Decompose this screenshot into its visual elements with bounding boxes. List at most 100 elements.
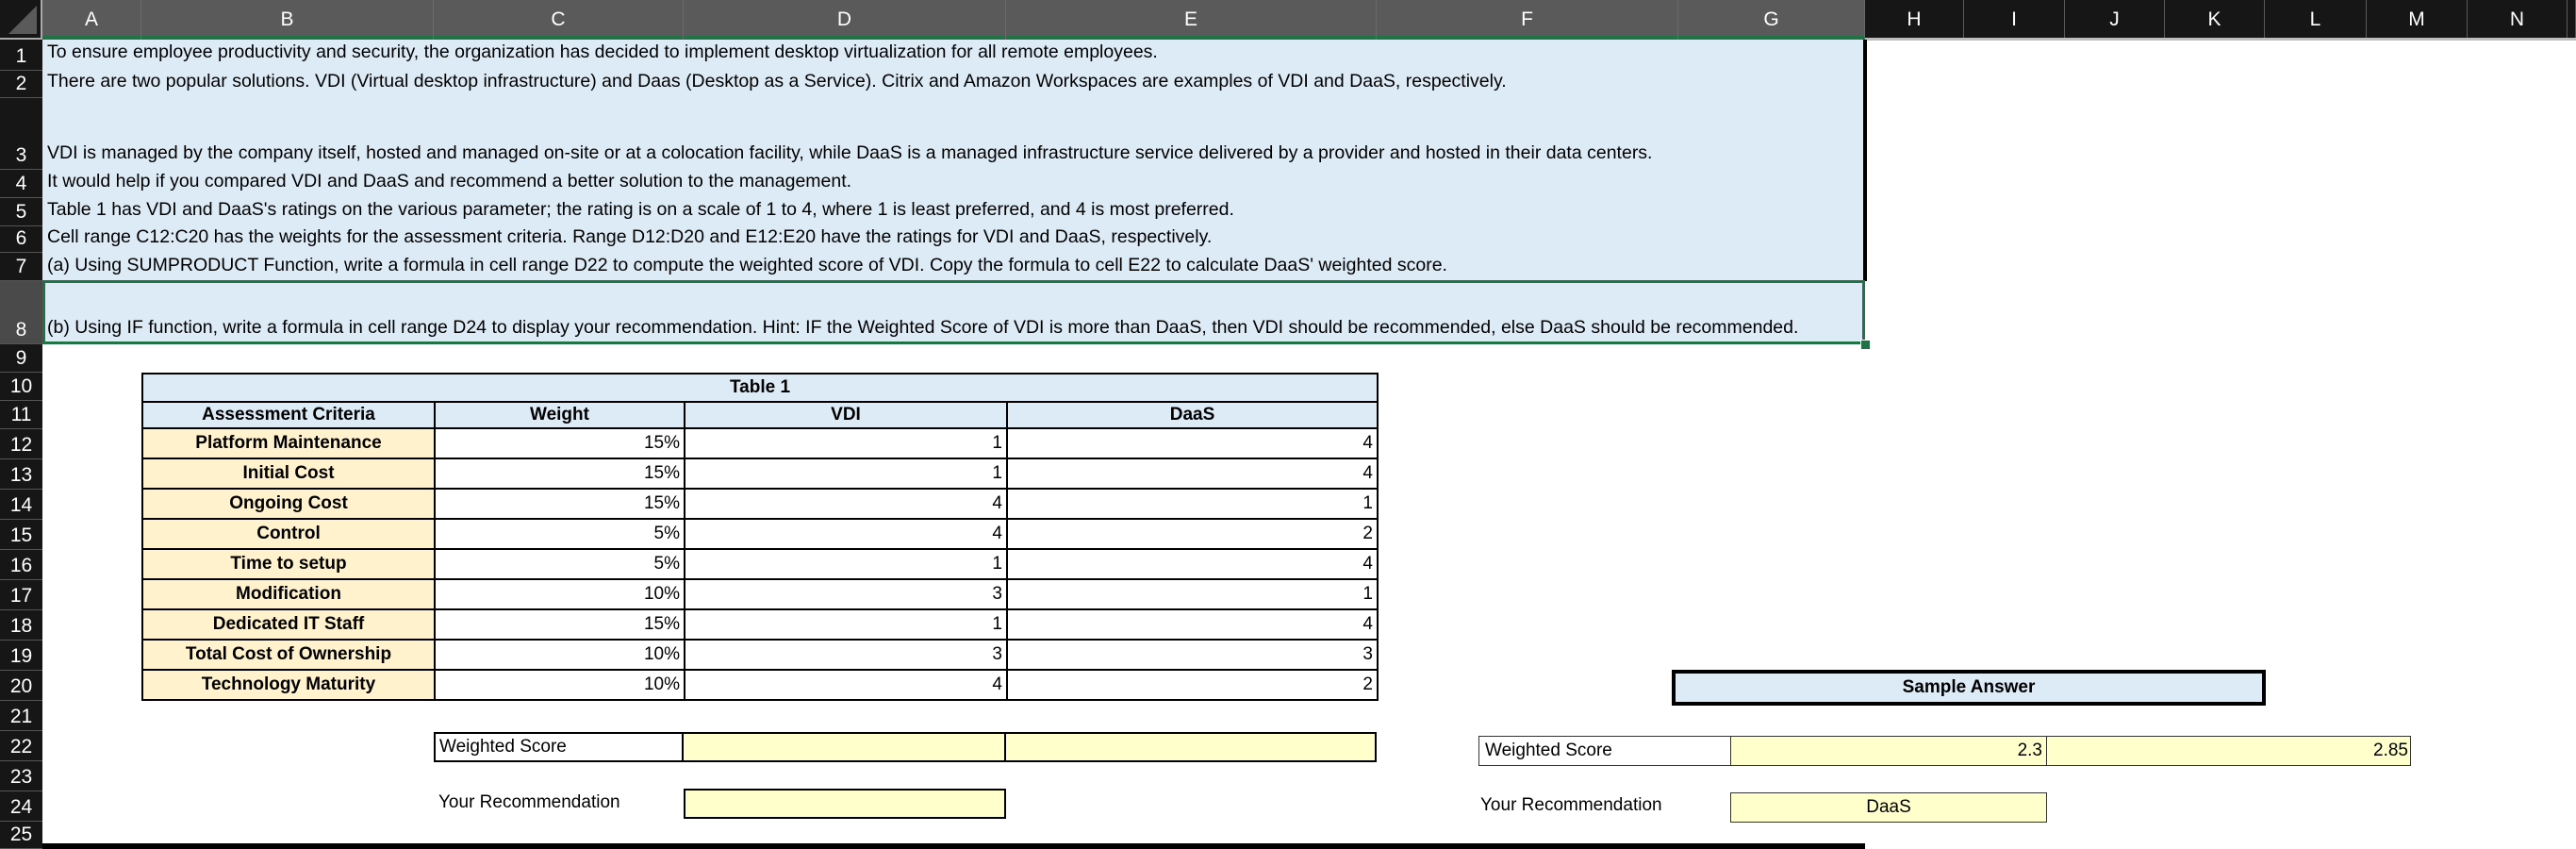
vdi-weighted-score-cell[interactable]	[682, 732, 1006, 762]
vdi-rating-cell[interactable]: 4	[684, 518, 1008, 550]
column-header-e[interactable]: E	[1006, 0, 1377, 40]
row-header-22[interactable]: 22	[0, 731, 42, 761]
instruction-line-2[interactable]: There are two popular solutions. VDI (Vi…	[47, 71, 1507, 92]
row-header-1[interactable]: 1	[0, 40, 42, 71]
instruction-line-1[interactable]: To ensure employee productivity and secu…	[47, 42, 1158, 63]
row-header-12[interactable]: 12	[0, 429, 42, 459]
daas-rating-cell[interactable]: 1	[1006, 578, 1379, 610]
selected-cell-range[interactable]	[42, 280, 1865, 344]
criteria-cell[interactable]: Dedicated IT Staff	[141, 608, 436, 641]
row-header-24[interactable]: 24	[0, 791, 42, 822]
weight-cell[interactable]: 10%	[434, 578, 685, 610]
weight-cell[interactable]: 15%	[434, 488, 685, 520]
vdi-rating-cell[interactable]: 4	[684, 669, 1008, 701]
row-header-23[interactable]: 23	[0, 761, 42, 791]
intro-right-border	[1863, 40, 1867, 281]
row-header-2[interactable]: 2	[0, 71, 42, 98]
row-header-14[interactable]: 14	[0, 490, 42, 520]
weight-cell[interactable]: 5%	[434, 548, 685, 580]
instruction-line-4[interactable]: It would help if you compared VDI and Da…	[47, 171, 851, 192]
criteria-cell[interactable]: Time to setup	[141, 548, 436, 580]
column-header-m[interactable]: M	[2367, 0, 2468, 40]
column-header-c[interactable]: C	[434, 0, 684, 40]
row-header-4[interactable]: 4	[0, 170, 42, 198]
column-header-o[interactable]	[2568, 0, 2576, 40]
row-header-20[interactable]: 20	[0, 671, 42, 701]
vdi-rating-cell[interactable]: 1	[684, 548, 1008, 580]
weight-cell[interactable]: 15%	[434, 608, 685, 641]
daas-rating-cell[interactable]: 4	[1006, 427, 1379, 459]
criteria-cell[interactable]: Technology Maturity	[141, 669, 436, 701]
row-header-18[interactable]: 18	[0, 610, 42, 641]
row-header-9[interactable]: 9	[0, 344, 42, 373]
weight-cell[interactable]: 15%	[434, 427, 685, 459]
row-header-8[interactable]: 8	[0, 281, 42, 344]
column-header-l[interactable]: L	[2265, 0, 2367, 40]
weight-cell[interactable]: 10%	[434, 669, 685, 701]
table-1: Table 1 Assessment Criteria Weight VDI D…	[141, 373, 1379, 701]
criteria-cell[interactable]: Platform Maintenance	[141, 427, 436, 459]
criteria-cell[interactable]: Modification	[141, 578, 436, 610]
header-vdi[interactable]: VDI	[684, 401, 1008, 429]
daas-rating-cell[interactable]: 4	[1006, 608, 1379, 641]
row-header-10[interactable]: 10	[0, 373, 42, 401]
row-header-13[interactable]: 13	[0, 459, 42, 490]
column-header-d[interactable]: D	[684, 0, 1006, 40]
daas-rating-cell[interactable]: 1	[1006, 488, 1379, 520]
table-row: Control 5% 4 2	[141, 518, 1379, 550]
vdi-rating-cell[interactable]: 1	[684, 427, 1008, 459]
column-header-j[interactable]: J	[2065, 0, 2165, 40]
column-header-n[interactable]: N	[2468, 0, 2568, 40]
criteria-cell[interactable]: Initial Cost	[141, 458, 436, 490]
daas-rating-cell[interactable]: 2	[1006, 669, 1379, 701]
row-header-17[interactable]: 17	[0, 580, 42, 610]
row-header-21[interactable]: 21	[0, 701, 42, 731]
table-row: Dedicated IT Staff 15% 1 4	[141, 608, 1379, 641]
column-header-g[interactable]: G	[1678, 0, 1865, 40]
criteria-cell[interactable]: Control	[141, 518, 436, 550]
criteria-cell[interactable]: Total Cost of Ownership	[141, 639, 436, 671]
fill-handle[interactable]	[1860, 340, 1871, 350]
instruction-line-3[interactable]: VDI is managed by the company itself, ho…	[47, 142, 1652, 164]
instruction-line-7[interactable]: (a) Using SUMPRODUCT Function, write a f…	[47, 255, 1447, 276]
row-header-7[interactable]: 7	[0, 253, 42, 281]
row-header-11[interactable]: 11	[0, 401, 42, 429]
daas-rating-cell[interactable]: 2	[1006, 518, 1379, 550]
weight-cell[interactable]: 5%	[434, 518, 685, 550]
select-all-button[interactable]	[0, 0, 42, 40]
header-daas[interactable]: DaaS	[1006, 401, 1379, 429]
header-assessment-criteria[interactable]: Assessment Criteria	[141, 401, 436, 429]
daas-weighted-score-cell[interactable]	[1004, 732, 1377, 762]
instruction-line-6[interactable]: Cell range C12:C20 has the weights for t…	[47, 226, 1212, 248]
sample-recommendation-value[interactable]: DaaS	[1730, 792, 2047, 823]
column-header-f[interactable]: F	[1377, 0, 1678, 40]
row-header-25[interactable]: 25	[0, 822, 42, 849]
vdi-rating-cell[interactable]: 3	[684, 639, 1008, 671]
row-header-3[interactable]: 3	[0, 98, 42, 170]
column-header-b[interactable]: B	[141, 0, 434, 40]
instruction-line-5[interactable]: Table 1 has VDI and DaaS's ratings on th…	[47, 199, 1234, 221]
column-header-i[interactable]: I	[1964, 0, 2065, 40]
vdi-rating-cell[interactable]: 3	[684, 578, 1008, 610]
criteria-cell[interactable]: Ongoing Cost	[141, 488, 436, 520]
daas-rating-cell[interactable]: 4	[1006, 548, 1379, 580]
row-header-5[interactable]: 5	[0, 198, 42, 226]
column-header-k[interactable]: K	[2165, 0, 2265, 40]
recommendation-cell[interactable]	[684, 789, 1006, 819]
daas-rating-cell[interactable]: 4	[1006, 458, 1379, 490]
daas-rating-cell[interactable]: 3	[1006, 639, 1379, 671]
header-weight[interactable]: Weight	[434, 401, 685, 429]
row-header-16[interactable]: 16	[0, 550, 42, 580]
sample-vdi-score[interactable]: 2.3	[1730, 736, 2047, 766]
column-header-a[interactable]: A	[42, 0, 141, 40]
vdi-rating-cell[interactable]: 1	[684, 458, 1008, 490]
row-header-19[interactable]: 19	[0, 641, 42, 671]
sample-daas-score[interactable]: 2.85	[2046, 736, 2411, 766]
vdi-rating-cell[interactable]: 1	[684, 608, 1008, 641]
vdi-rating-cell[interactable]: 4	[684, 488, 1008, 520]
column-header-h[interactable]: H	[1865, 0, 1964, 40]
weight-cell[interactable]: 10%	[434, 639, 685, 671]
row-header-15[interactable]: 15	[0, 520, 42, 550]
row-header-6[interactable]: 6	[0, 226, 42, 253]
weight-cell[interactable]: 15%	[434, 458, 685, 490]
